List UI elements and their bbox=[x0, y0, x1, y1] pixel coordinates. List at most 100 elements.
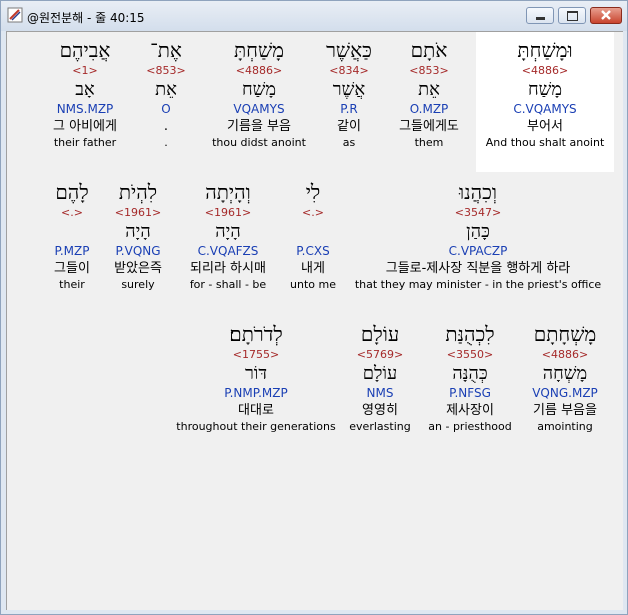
lemma: מָשְׁחָה bbox=[542, 363, 588, 384]
hebrew-word: אֶת־ bbox=[150, 38, 182, 62]
korean-gloss: 부어서 bbox=[527, 119, 563, 134]
hebrew-word: אֲבִיהֶם bbox=[59, 38, 111, 62]
korean-gloss: 그들로-제사장 직분을 행하게 하라 bbox=[385, 261, 571, 276]
morphology-code: VQAMYS bbox=[233, 102, 285, 116]
korean-gloss: 기름 부음을 bbox=[533, 403, 597, 418]
word-cell[interactable]: לִי <.> P.CXS 내게 unto me bbox=[283, 180, 343, 292]
hebrew-word: לְדֹרֹתָם׃ bbox=[229, 322, 283, 346]
morphology-code: P.NMP.MZP bbox=[224, 386, 288, 400]
english-gloss: . bbox=[164, 136, 168, 149]
korean-gloss: . bbox=[163, 119, 169, 134]
korean-gloss: 기름을 부음 bbox=[227, 119, 291, 134]
english-gloss: for - shall - be bbox=[189, 278, 267, 291]
korean-gloss: 제사장이 bbox=[446, 403, 494, 418]
word-cell[interactable]: לְדֹרֹתָם׃ <1755> דּוֹר P.NMP.MZP 대대로 th… bbox=[171, 322, 341, 434]
hebrew-word: לִכְהֻנַּת bbox=[445, 322, 495, 346]
hebrew-word: אֹתָם bbox=[410, 38, 448, 62]
morphology-code: VQNG.MZP bbox=[532, 386, 598, 400]
lemma: אֲשֶׁר bbox=[332, 79, 366, 100]
english-gloss: them bbox=[414, 136, 444, 149]
english-gloss: everlasting bbox=[349, 420, 411, 433]
hebrew-word: לִי bbox=[305, 180, 321, 204]
window-title: @원전분해 - 줄 40:15 bbox=[27, 11, 145, 25]
lemma: אֵת bbox=[418, 79, 440, 100]
morphology-code: C.VPACZP bbox=[448, 244, 508, 258]
word-cell[interactable]: אֹתָם <853> אֵת O.MZP 그들에게도 them bbox=[389, 38, 469, 150]
korean-gloss: 그들에게도 bbox=[399, 119, 459, 134]
word-cell[interactable]: כַּאֲשֶׁר <834> אֲשֶׁר P.R 같이 as bbox=[314, 38, 384, 150]
app-logo-icon bbox=[7, 7, 23, 23]
lemma: אָב bbox=[75, 79, 95, 100]
hebrew-word: כַּאֲשֶׁר bbox=[326, 38, 372, 62]
lemma: דּוֹר bbox=[244, 363, 268, 384]
lemma: מָשַׁח bbox=[527, 79, 563, 100]
korean-gloss: 그들이 bbox=[54, 261, 90, 276]
hebrew-word: וְכִהֲנוּ bbox=[458, 180, 498, 204]
word-cell-selected[interactable]: וּמָשַׁחְתָּ <4886> מָשַׁח C.VQAMYS 부어서 … bbox=[476, 32, 614, 172]
strong-number: <4886> bbox=[521, 64, 569, 77]
korean-gloss: 그 아비에게 bbox=[53, 119, 117, 134]
english-gloss: an - priesthood bbox=[428, 420, 512, 433]
lemma: אֵת bbox=[155, 79, 177, 100]
strong-number: <1961> bbox=[204, 206, 252, 219]
word-cell[interactable]: לִכְהֻנַּת <3550> כְּהֻנָּה P.NFSG 제사장이 … bbox=[425, 322, 515, 434]
hebrew-word: וּמָשַׁחְתָּ bbox=[517, 38, 573, 62]
strong-number: <853> bbox=[146, 64, 186, 77]
morphology-code: P.MZP bbox=[54, 244, 90, 258]
hebrew-word: עוֹלָם bbox=[360, 322, 400, 346]
word-cell[interactable]: לִהְיֹת <1961> הָיָה P.VQNG 받았은즉 surely bbox=[105, 180, 171, 292]
minimize-icon bbox=[536, 17, 545, 20]
maximize-icon bbox=[567, 11, 578, 21]
word-cell[interactable]: וְכִהֲנוּ <3547> כָּהַן C.VPACZP 그들로-제사장… bbox=[347, 180, 609, 292]
morphology-code: P.CXS bbox=[296, 244, 330, 258]
morphology-code: C.VQAFZS bbox=[197, 244, 259, 258]
word-cell[interactable]: מָשְׁחָתָם <4886> מָשְׁחָה VQNG.MZP 기름 부… bbox=[521, 322, 609, 434]
lemma: מָשַׁח bbox=[241, 79, 277, 100]
korean-gloss: 같이 bbox=[337, 119, 361, 134]
morphology-code: P.NFSG bbox=[449, 386, 491, 400]
hebrew-word: לִהְיֹת bbox=[118, 180, 158, 204]
minimize-button[interactable] bbox=[526, 7, 554, 24]
morphology-code: C.VQAMYS bbox=[513, 102, 577, 116]
hebrew-word: מָשַׁחְתָּ bbox=[233, 38, 285, 62]
strong-number: <853> bbox=[409, 64, 449, 77]
strong-number: <4886> bbox=[235, 64, 283, 77]
english-gloss: as bbox=[342, 136, 356, 149]
english-gloss: unto me bbox=[290, 278, 336, 291]
lemma bbox=[283, 220, 343, 244]
english-gloss: amointing bbox=[537, 420, 593, 433]
english-gloss: thou didst anoint bbox=[212, 136, 306, 149]
korean-gloss: 되리라 하시매 bbox=[190, 261, 266, 276]
morphology-code: O bbox=[161, 102, 171, 116]
lemma: כָּהַן bbox=[466, 221, 490, 242]
app-window: @원전분해 - 줄 40:15 וּמָשַׁחְתָּ <4886> מָשַ… bbox=[0, 0, 628, 615]
word-cell[interactable]: וְהָיְתָה <1961> הָיָה C.VQAFZS 되리라 하시매 … bbox=[175, 180, 281, 292]
word-cell[interactable]: עוֹלָם <5769> עוֹלָם NMS 영영히 everlasting bbox=[345, 322, 415, 434]
word-cell[interactable]: לָהֶם <.> P.MZP 그들이 their bbox=[43, 180, 101, 292]
hebrew-word: וְהָיְתָה bbox=[205, 180, 251, 204]
strong-number: <.> bbox=[61, 206, 83, 219]
hebrew-word: לָהֶם bbox=[55, 180, 89, 204]
strong-number: <3550> bbox=[446, 348, 494, 361]
strong-number: <1> bbox=[72, 64, 98, 77]
strong-number: <.> bbox=[302, 206, 324, 219]
korean-gloss: 받았은즉 bbox=[114, 261, 162, 276]
word-cell[interactable]: אֲבִיהֶם <1> אָב NMS.MZP 그 아비에게 their fa… bbox=[41, 38, 129, 150]
lemma: הָיָה bbox=[215, 221, 241, 242]
title-bar[interactable]: @원전분해 - 줄 40:15 bbox=[1, 1, 627, 31]
english-gloss: their bbox=[59, 278, 85, 291]
maximize-button[interactable] bbox=[558, 7, 586, 24]
english-gloss: And thou shalt anoint bbox=[485, 136, 605, 149]
close-icon bbox=[601, 10, 611, 20]
english-gloss: surely bbox=[121, 278, 155, 291]
korean-gloss: 내게 bbox=[301, 261, 325, 276]
strong-number: <1961> bbox=[114, 206, 162, 219]
word-cell[interactable]: אֶת־ <853> אֵת O . . bbox=[137, 38, 195, 150]
morphology-code: O.MZP bbox=[409, 102, 449, 116]
lemma: עוֹלָם bbox=[362, 363, 398, 384]
korean-gloss: 대대로 bbox=[238, 403, 274, 418]
close-button[interactable] bbox=[590, 7, 622, 24]
word-cell[interactable]: מָשַׁחְתָּ <4886> מָשַׁח VQAMYS 기름을 부음 t… bbox=[204, 38, 314, 150]
english-gloss: throughout their generations bbox=[176, 420, 336, 433]
strong-number: <3547> bbox=[454, 206, 502, 219]
